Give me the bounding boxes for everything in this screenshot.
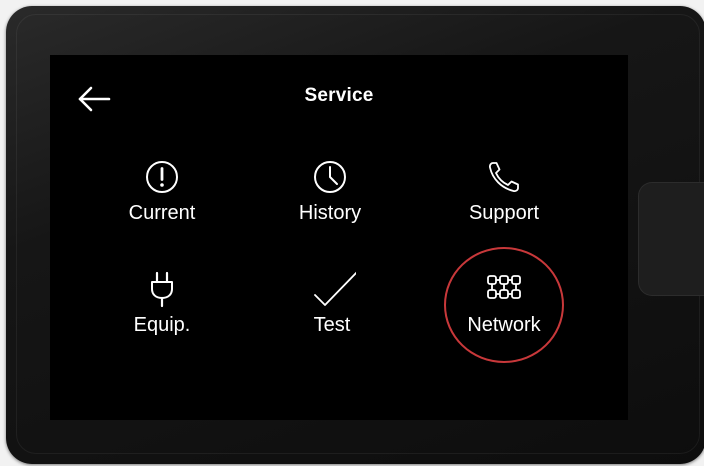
side-hardware-button[interactable] — [638, 182, 704, 296]
menu-item-current[interactable]: Current — [92, 157, 232, 247]
clock-icon — [314, 161, 346, 193]
menu-item-label: Support — [468, 202, 540, 224]
network-highlight-circle — [444, 247, 564, 363]
menu-item-history[interactable]: History — [260, 157, 400, 247]
checkmark-icon — [314, 271, 356, 306]
menu-item-label: Current — [128, 202, 196, 224]
touch-screen: Service Current History Support Equip. T… — [50, 55, 628, 420]
page-title: Service — [304, 85, 374, 106]
menu-item-equip[interactable]: Equip. — [92, 269, 232, 359]
menu-item-label: Test — [313, 314, 351, 336]
menu-item-support[interactable]: Support — [434, 157, 574, 247]
menu-item-label: Equip. — [133, 314, 191, 336]
plug-icon — [151, 271, 173, 308]
menu-item-test[interactable]: Test — [262, 269, 402, 359]
menu-item-label: History — [298, 202, 362, 224]
alert-circle-icon — [146, 161, 178, 193]
phone-icon — [489, 162, 519, 192]
